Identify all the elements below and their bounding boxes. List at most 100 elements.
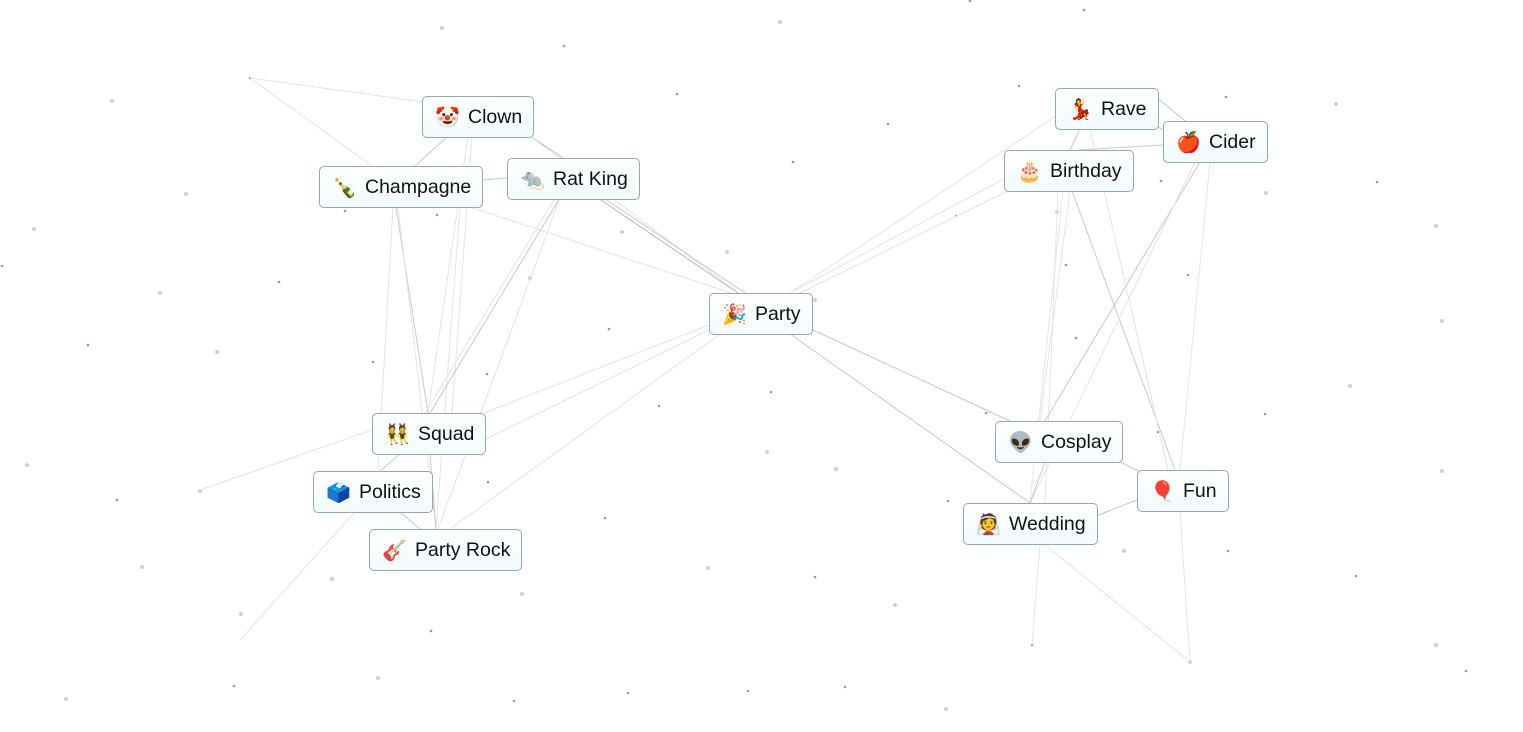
particle [706, 566, 710, 570]
element-wedding[interactable]: 👰 Wedding [963, 503, 1098, 545]
particle [440, 26, 444, 30]
particle [886, 122, 890, 126]
connection-line [789, 333, 1031, 504]
connection-line [789, 107, 1069, 294]
birthday-cake-icon: 🎂 [1017, 159, 1042, 183]
particle [843, 685, 847, 689]
connection-line [1154, 95, 1186, 122]
ballot-box-icon: 🗳️ [326, 480, 351, 504]
particle [607, 327, 611, 331]
element-clown[interactable]: 🤡 Clown [422, 96, 535, 138]
particle [1082, 8, 1086, 12]
element-rat-king[interactable]: 🐀 Rat King [507, 158, 640, 200]
connection-line [399, 511, 421, 530]
connection-line [239, 511, 356, 641]
particle [520, 592, 524, 596]
connection-line [249, 77, 376, 169]
particle [435, 213, 439, 217]
particle [32, 227, 36, 231]
champagne-bottle-icon: 🍾 [332, 175, 357, 199]
connection-line [1044, 544, 1191, 663]
element-label: Fun [1183, 479, 1217, 502]
particle [115, 498, 119, 502]
particle [1263, 412, 1267, 416]
particle [1434, 643, 1438, 647]
particle [158, 291, 162, 295]
particle [944, 707, 948, 711]
connection-line [1179, 161, 1211, 471]
particle [791, 160, 795, 164]
element-fun[interactable]: 🎈 Fun [1137, 470, 1229, 512]
bride-icon: 👰 [976, 512, 1001, 536]
particle [562, 44, 566, 48]
particle [1064, 263, 1068, 267]
particle [86, 343, 90, 347]
connection-line [395, 206, 429, 414]
element-label: Squad [418, 422, 475, 445]
connection-line [435, 206, 461, 530]
particle [626, 691, 630, 695]
connection-line [481, 177, 508, 181]
element-label: Party Rock [415, 538, 511, 561]
party-popper-icon: 🎉 [722, 302, 747, 326]
particle [603, 516, 607, 520]
connection-line [414, 135, 449, 167]
connection-line [449, 333, 721, 530]
element-party[interactable]: 🎉 Party [709, 293, 813, 335]
particle [813, 298, 817, 302]
element-label: Party [755, 302, 801, 325]
dancer-icon: 💃 [1068, 97, 1093, 121]
element-party-rock[interactable]: 🎸 Party Rock [369, 529, 523, 571]
particle [215, 350, 219, 354]
connection-line [597, 197, 739, 294]
connection-line [1069, 128, 1081, 151]
particle [485, 372, 489, 376]
connection-line [379, 453, 401, 472]
particle [1440, 469, 1444, 473]
element-politics[interactable]: 🗳️ Politics [313, 471, 433, 513]
element-cider[interactable]: 🍎 Cider [1163, 121, 1268, 163]
particle [371, 360, 375, 364]
element-rave[interactable]: 💃 Rave [1055, 88, 1159, 130]
connection-line [799, 189, 1011, 294]
element-label: Wedding [1009, 512, 1086, 535]
connection-line [812, 329, 1011, 422]
people-with-bunny-ears-icon: 👯 [385, 422, 410, 446]
element-birthday[interactable]: 🎂 Birthday [1004, 150, 1134, 192]
particle [1375, 180, 1379, 184]
connection-line [437, 197, 561, 530]
element-label: Clown [468, 105, 523, 128]
connection-line [469, 206, 741, 297]
particle [1354, 574, 1358, 578]
element-label: Politics [359, 480, 421, 503]
particle [968, 0, 972, 3]
background-particles [0, 0, 1468, 711]
particle [1224, 95, 1228, 99]
particle [0, 264, 4, 268]
particle [110, 99, 114, 103]
element-champagne[interactable]: 🍾 Champagne [319, 166, 484, 208]
particle [486, 480, 490, 484]
element-cosplay[interactable]: 👽 Cosplay [995, 421, 1124, 463]
particle [946, 499, 950, 503]
particle [1440, 319, 1444, 323]
particle [813, 575, 817, 579]
element-label: Cider [1209, 130, 1256, 153]
particle [765, 450, 769, 454]
rat-icon: 🐀 [520, 167, 545, 191]
alien-icon: 👽 [1008, 430, 1033, 454]
particle [620, 230, 624, 234]
particle [984, 411, 988, 415]
particle [184, 192, 188, 196]
particle [239, 612, 243, 616]
particle [376, 676, 380, 680]
connection-line [249, 77, 425, 103]
craft-canvas[interactable] [0, 0, 1523, 732]
element-squad[interactable]: 👯 Squad [372, 413, 487, 455]
particle [769, 390, 773, 394]
element-label: Cosplay [1041, 430, 1112, 453]
particle [232, 684, 236, 688]
element-label: Rave [1101, 97, 1147, 120]
particle [1434, 224, 1438, 228]
element-label: Rat King [553, 167, 628, 190]
